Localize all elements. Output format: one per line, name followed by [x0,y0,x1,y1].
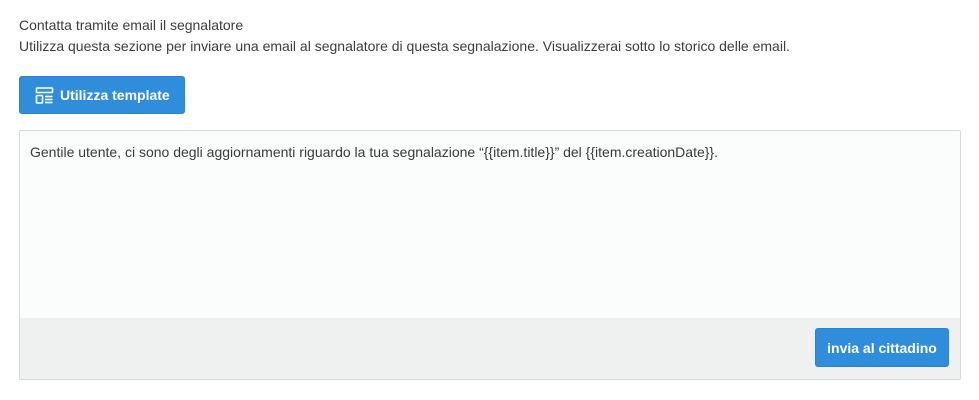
email-body-text[interactable]: Gentile utente, ci sono degli aggiorname… [30,143,950,161]
section-description: Utilizza questa sezione per inviare una … [19,38,790,54]
use-template-button[interactable]: Utilizza template [19,76,185,114]
template-layout-icon [35,86,54,105]
editor-footer: invia al cittadino [20,318,960,379]
email-editor[interactable]: Gentile utente, ci sono degli aggiorname… [19,130,961,380]
use-template-label: Utilizza template [60,87,170,103]
send-to-citizen-button[interactable]: invia al cittadino [815,328,949,367]
section-title: Contatta tramite email il segnalatore [19,17,244,33]
